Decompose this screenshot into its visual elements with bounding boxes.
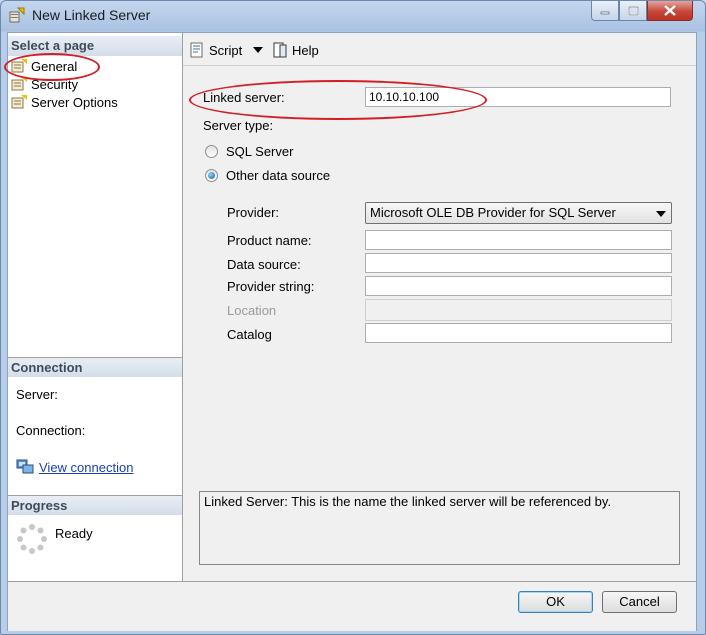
catalog-input[interactable] (365, 323, 672, 343)
dialog-client-area: Select a page General Security Server Op… (7, 32, 697, 631)
provider-string-input[interactable] (365, 276, 672, 296)
page-icon (11, 95, 27, 109)
product-name-input[interactable] (365, 230, 672, 250)
page-item-label: General (31, 58, 78, 74)
view-connection-link[interactable]: View connection (39, 460, 133, 475)
provider-selected-value: Microsoft OLE DB Provider for SQL Server (370, 205, 616, 220)
button-bar: OK Cancel (8, 581, 696, 631)
right-pane: Script Help Linked server: 10.10.10.100 … (183, 33, 696, 581)
location-label: Location (227, 303, 277, 318)
script-label: Script (209, 42, 243, 58)
close-button[interactable] (647, 1, 693, 21)
provider-select[interactable]: Microsoft OLE DB Provider for SQL Server (365, 202, 672, 224)
linked-server-icon (9, 7, 25, 23)
maximize-button[interactable] (619, 1, 647, 21)
data-source-label: Data source: (227, 257, 301, 272)
dialog-window: New Linked Server Select a page General … (0, 0, 706, 635)
page-item-security[interactable]: Security (11, 75, 78, 93)
close-icon (664, 5, 676, 16)
radio-other-data-source[interactable] (205, 169, 218, 182)
help-button[interactable]: Help (272, 41, 319, 59)
radio-selected-dot (208, 172, 215, 179)
linked-server-label: Linked server: (203, 90, 285, 105)
location-input (365, 299, 672, 321)
progress-header: Progress (8, 495, 182, 515)
page-item-label: Server Options (31, 94, 118, 110)
provider-label: Provider: (227, 205, 280, 220)
script-button[interactable]: Script (189, 41, 264, 59)
page-icon (11, 59, 27, 73)
connection-header: Connection (8, 357, 182, 377)
page-item-label: Security (31, 76, 78, 92)
page-item-server-options[interactable]: Server Options (11, 93, 118, 111)
product-name-label: Product name: (227, 233, 312, 248)
chevron-down-icon[interactable] (252, 44, 264, 56)
progress-status: Ready (55, 526, 93, 541)
linked-server-input[interactable]: 10.10.10.100 (365, 87, 671, 107)
select-page-header: Select a page (8, 36, 182, 56)
progress-spinner-icon (17, 524, 47, 554)
provider-string-label: Provider string: (227, 279, 315, 294)
toolbar: Script Help (183, 33, 696, 66)
page-item-general[interactable]: General (11, 57, 77, 75)
page-icon (11, 77, 27, 91)
cancel-button[interactable]: Cancel (602, 591, 677, 613)
minimize-icon (600, 11, 610, 14)
left-pane: Select a page General Security Server Op… (8, 33, 183, 581)
title-bar[interactable]: New Linked Server (1, 1, 705, 31)
minimize-button[interactable] (591, 1, 619, 21)
server-label: Server: (16, 387, 58, 402)
radio-other-data-source-label[interactable]: Other data source (226, 168, 330, 183)
help-label: Help (292, 42, 319, 58)
help-icon (273, 42, 287, 58)
connection-label: Connection: (16, 423, 86, 438)
dropdown-arrow-icon (656, 211, 666, 217)
data-source-input[interactable] (365, 253, 672, 273)
radio-sql-server-label[interactable]: SQL Server (226, 144, 293, 159)
ok-button[interactable]: OK (518, 591, 593, 613)
script-icon (190, 42, 203, 58)
window-title: New Linked Server (32, 7, 151, 23)
description-box: Linked Server: This is the name the link… (199, 491, 680, 565)
connection-properties-icon (16, 459, 34, 474)
catalog-label: Catalog (227, 327, 272, 342)
radio-sql-server[interactable] (205, 145, 218, 158)
server-type-label: Server type: (203, 118, 274, 133)
maximize-icon (627, 5, 639, 16)
